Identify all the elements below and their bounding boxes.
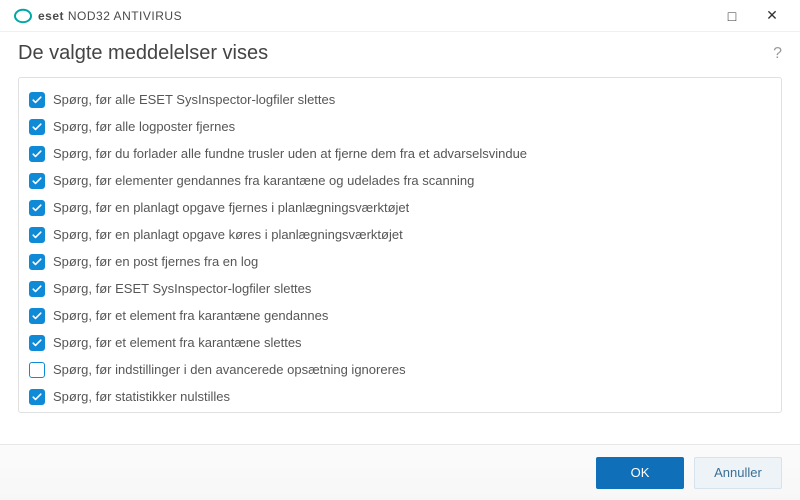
options-list[interactable]: Spørg, før alle ESET SysInspector-logfil… <box>19 78 781 412</box>
list-item[interactable]: Spørg, før en planlagt opgave køres i pl… <box>29 221 771 248</box>
list-item[interactable]: Spørg, før et element fra karantæne gend… <box>29 302 771 329</box>
list-item-label: Spørg, før indstillinger i den avancered… <box>53 362 406 377</box>
list-item[interactable]: Spørg, før alle logposter fjernes <box>29 113 771 140</box>
brand-eset: eset <box>38 9 64 23</box>
checkbox[interactable] <box>29 335 45 351</box>
list-item[interactable]: Spørg, før en post fjernes fra en log <box>29 248 771 275</box>
brand-product: NOD32 ANTIVIRUS <box>68 9 182 23</box>
checkbox[interactable] <box>29 362 45 378</box>
brand-text: eset NOD32 ANTIVIRUS <box>38 9 182 23</box>
checkbox[interactable] <box>29 173 45 189</box>
cancel-button[interactable]: Annuller <box>694 457 782 489</box>
list-item[interactable]: Spørg, før du forlader alle fundne trusl… <box>29 140 771 167</box>
maximize-button[interactable]: □ <box>712 2 752 30</box>
list-item-label: Spørg, før et element fra karantæne gend… <box>53 308 328 323</box>
list-item[interactable]: Spørg, før elementer gendannes fra karan… <box>29 167 771 194</box>
list-item-label: Spørg, før et element fra karantæne slet… <box>53 335 302 350</box>
list-item[interactable]: Spørg, før indstillinger i den avancered… <box>29 356 771 383</box>
list-item[interactable]: Spørg, før en planlagt opgave fjernes i … <box>29 194 771 221</box>
brand: eset NOD32 ANTIVIRUS <box>14 7 182 25</box>
checkbox[interactable] <box>29 92 45 108</box>
checkbox[interactable] <box>29 146 45 162</box>
checkbox[interactable] <box>29 281 45 297</box>
window-controls: □ ✕ <box>712 2 792 30</box>
list-item-label: Spørg, før du forlader alle fundne trusl… <box>53 146 527 161</box>
page-title: De valgte meddelelser vises <box>18 42 268 65</box>
list-item-label: Spørg, før alle logposter fjernes <box>53 119 235 134</box>
list-item-label: Spørg, før en planlagt opgave køres i pl… <box>53 227 403 242</box>
checkbox[interactable] <box>29 227 45 243</box>
list-item-label: Spørg, før en post fjernes fra en log <box>53 254 258 269</box>
list-item[interactable]: Spørg, før statistikker nulstilles <box>29 383 771 410</box>
dialog-footer: OK Annuller <box>0 444 800 500</box>
list-item[interactable]: Spørg, før ESET SysInspector-logfiler sl… <box>29 275 771 302</box>
list-item-label: Spørg, før en planlagt opgave fjernes i … <box>53 200 409 215</box>
ok-button[interactable]: OK <box>596 457 684 489</box>
list-item-label: Spørg, før alle ESET SysInspector-logfil… <box>53 92 335 107</box>
page-header: De valgte meddelelser vises ? <box>0 32 800 77</box>
checkbox[interactable] <box>29 389 45 405</box>
list-item[interactable]: Spørg, før et element fra karantæne slet… <box>29 329 771 356</box>
checkbox[interactable] <box>29 200 45 216</box>
checkbox[interactable] <box>29 308 45 324</box>
checkbox[interactable] <box>29 254 45 270</box>
titlebar: eset NOD32 ANTIVIRUS □ ✕ <box>0 0 800 32</box>
list-item-label: Spørg, før ESET SysInspector-logfiler sl… <box>53 281 311 296</box>
close-button[interactable]: ✕ <box>752 2 792 30</box>
list-item-label: Spørg, før elementer gendannes fra karan… <box>53 173 474 188</box>
eset-logo-icon <box>14 7 32 25</box>
help-icon[interactable]: ? <box>773 45 782 63</box>
list-item-label: Spørg, før statistikker nulstilles <box>53 389 230 404</box>
options-list-container: Spørg, før alle ESET SysInspector-logfil… <box>18 77 782 413</box>
list-item[interactable]: Spørg, før alle ESET SysInspector-logfil… <box>29 86 771 113</box>
checkbox[interactable] <box>29 119 45 135</box>
